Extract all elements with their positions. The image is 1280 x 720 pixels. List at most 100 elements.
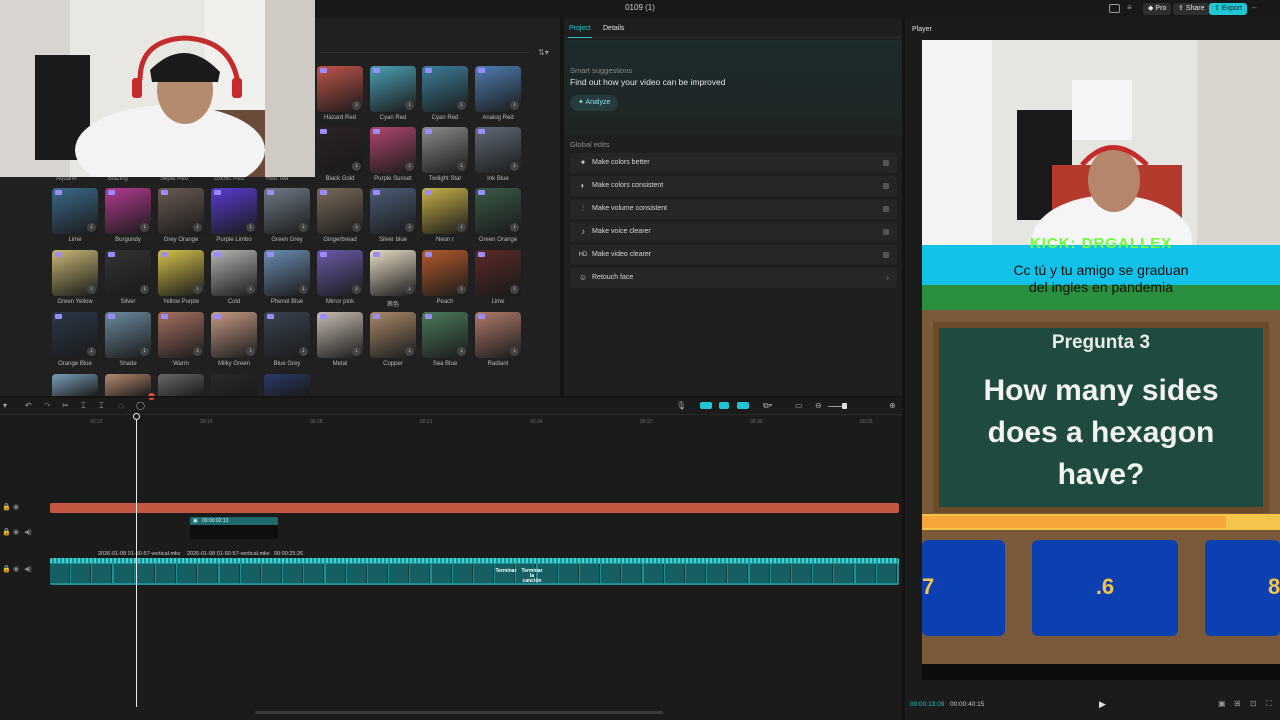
filter-thumbnail[interactable]: ↓ xyxy=(105,250,151,296)
global-edit-row[interactable]: ✦ Make colors better xyxy=(570,153,897,173)
filter-thumbnail[interactable]: ↓ xyxy=(370,66,416,112)
layout-icon[interactable] xyxy=(1109,4,1120,13)
clip-segment[interactable] xyxy=(431,564,452,583)
filter-item[interactable]: ↓ Black Gold xyxy=(317,127,363,182)
minimize-icon[interactable]: – xyxy=(1252,3,1256,12)
playhead-handle[interactable] xyxy=(133,413,140,420)
filter-thumbnail[interactable]: ↓ xyxy=(317,250,363,296)
download-icon[interactable]: ↓ xyxy=(510,223,519,232)
filter-thumbnail[interactable]: ↓ xyxy=(264,250,310,296)
clip-segment[interactable] xyxy=(177,564,198,583)
filter-item[interactable]: ↓ Ink Blue xyxy=(475,127,521,182)
filter-item[interactable]: ↓ Orange Blue xyxy=(52,312,98,367)
filter-thumbnail[interactable]: ↓ xyxy=(422,66,468,112)
timeline-scrollbar[interactable] xyxy=(255,711,663,714)
download-icon[interactable]: ↓ xyxy=(246,223,255,232)
download-icon[interactable]: ↓ xyxy=(510,285,519,294)
filter-thumbnail[interactable]: ↓ xyxy=(211,312,257,358)
filter-item[interactable]: ↓ Copper xyxy=(370,312,416,367)
filter-item[interactable]: ↓ Peach xyxy=(422,250,468,305)
clip-segment[interactable] xyxy=(198,564,219,583)
filter-item[interactable]: ↓ 茜色 xyxy=(370,250,416,308)
clip-segment[interactable] xyxy=(707,564,728,583)
download-icon[interactable]: ↓ xyxy=(87,285,96,294)
visibility-icon[interactable]: ◉ xyxy=(13,528,19,536)
filter-item[interactable]: ↓ Silver blue xyxy=(370,188,416,243)
download-icon[interactable]: ↓ xyxy=(457,101,466,110)
clip-segment[interactable] xyxy=(876,564,897,583)
filter-item[interactable]: ↓ Milky Green xyxy=(211,312,257,367)
clip-segment[interactable] xyxy=(686,564,706,583)
filter-thumbnail[interactable] xyxy=(211,374,257,396)
filter-sort-icon[interactable]: ⇅▾ xyxy=(538,48,549,57)
global-edit-row[interactable]: ☺ Retouch face › xyxy=(570,268,897,288)
clip-segment[interactable] xyxy=(558,564,579,583)
clip-segment[interactable] xyxy=(474,564,494,583)
download-icon[interactable]: ↓ xyxy=(140,347,149,356)
playhead[interactable] xyxy=(136,414,137,707)
clip-segment[interactable] xyxy=(262,564,282,583)
download-icon[interactable]: ↓ xyxy=(352,347,361,356)
filter-thumbnail[interactable]: ↓ xyxy=(264,188,310,234)
download-icon[interactable]: ↓ xyxy=(457,285,466,294)
filter-item[interactable]: ↓ Analog Red xyxy=(475,66,521,121)
filter-thumbnail[interactable]: ↓ xyxy=(264,312,310,358)
clip-segment[interactable] xyxy=(368,564,388,583)
clip-segment[interactable] xyxy=(113,564,134,583)
main-video-track[interactable]: Terminar Terminar la canción xyxy=(50,558,899,585)
toggle-checkbox[interactable] xyxy=(883,206,889,212)
filter-thumbnail[interactable]: ↓ xyxy=(475,250,521,296)
clip-segment[interactable] xyxy=(792,564,812,583)
filter-thumbnail[interactable]: ↓ xyxy=(211,250,257,296)
download-icon[interactable]: ↓ xyxy=(352,223,361,232)
aspect-icon[interactable]: ⊞ xyxy=(1234,699,1241,708)
audio-icon[interactable]: ◀) xyxy=(24,528,32,536)
undo-icon[interactable]: ↶ xyxy=(25,401,32,410)
filter-item[interactable]: ↓ Purple Sunset xyxy=(370,127,416,182)
filter-thumbnail[interactable]: ↓ xyxy=(52,312,98,358)
filter-item[interactable]: ↓ Yellow Purple xyxy=(158,250,204,305)
export-button[interactable]: ⇧ Export xyxy=(1209,3,1248,15)
filter-thumbnail[interactable]: ↓ xyxy=(475,66,521,112)
pro-badge[interactable]: ◆ Pro xyxy=(1143,3,1172,15)
download-icon[interactable]: ↓ xyxy=(246,285,255,294)
filter-item[interactable]: ↓ Radiant xyxy=(475,312,521,367)
filter-thumbnail[interactable]: ↓ xyxy=(370,312,416,358)
filter-item[interactable]: ↓ Neon r xyxy=(422,188,468,243)
filter-thumbnail[interactable]: ↓ xyxy=(52,188,98,234)
filter-thumbnail[interactable] xyxy=(158,374,204,396)
filter-thumbnail[interactable]: ↓ xyxy=(422,250,468,296)
global-edit-row[interactable]: ⫶ Make volume consistent xyxy=(570,199,897,219)
clip-segment[interactable] xyxy=(283,564,304,583)
filter-thumbnail[interactable]: ↓ xyxy=(475,188,521,234)
filter-item[interactable]: ↓ Burgundy xyxy=(105,188,151,243)
clip-segment[interactable] xyxy=(601,564,622,583)
filter-item[interactable]: ↓ Hazard Red xyxy=(317,66,363,121)
clip-segment[interactable] xyxy=(156,564,176,583)
filter-thumbnail[interactable]: ↓ xyxy=(105,188,151,234)
filter-item[interactable]: ↓ Warm xyxy=(158,312,204,367)
download-icon[interactable]: ↓ xyxy=(299,285,308,294)
share-button[interactable]: ⇪ Share xyxy=(1173,3,1210,15)
filter-item[interactable]: ↓ Silver xyxy=(105,250,151,305)
download-icon[interactable]: ↓ xyxy=(405,285,414,294)
clip-segment[interactable] xyxy=(325,564,346,583)
clip-segment[interactable] xyxy=(664,564,685,583)
filter-item[interactable]: ↓ Cyan Red xyxy=(370,66,416,121)
download-icon[interactable]: ↓ xyxy=(352,101,361,110)
play-icon[interactable]: ▶ xyxy=(1099,699,1106,710)
download-icon[interactable]: ↓ xyxy=(352,162,361,171)
clip-segment[interactable] xyxy=(834,564,855,583)
clip-segment[interactable] xyxy=(770,564,791,583)
toggle-checkbox[interactable] xyxy=(883,229,889,235)
clip-segment[interactable] xyxy=(580,564,600,583)
analyze-button[interactable]: ✦ Analyze xyxy=(570,95,619,111)
filter-thumbnail[interactable]: ↓ xyxy=(422,188,468,234)
fullscreen-icon[interactable]: ⛶ xyxy=(1266,699,1272,709)
audio-clip[interactable]: 00:00:02:13 ▣ xyxy=(190,517,278,539)
download-icon[interactable]: ↓ xyxy=(405,162,414,171)
clip-segment[interactable] xyxy=(219,564,240,583)
filter-item[interactable]: ↓ Gingerbread xyxy=(317,188,363,243)
menu-icon[interactable]: ≡ xyxy=(1127,3,1132,12)
download-icon[interactable]: ↓ xyxy=(193,347,202,356)
